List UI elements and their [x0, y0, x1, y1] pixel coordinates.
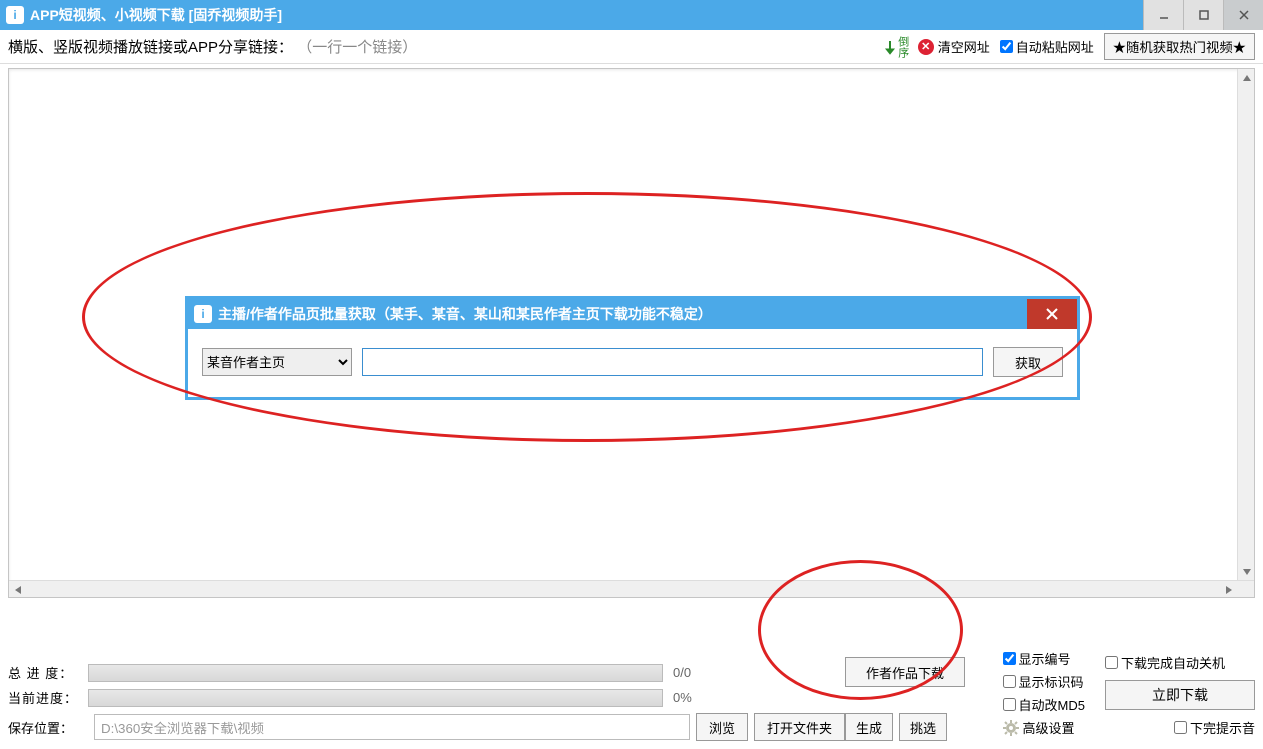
dialog-titlebar: i 主播/作者作品页批量获取（某手、某音、某山和某民作者主页下载功能不稳定）: [188, 299, 1077, 329]
author-url-input[interactable]: [362, 348, 983, 376]
advanced-settings-button[interactable]: 高级设置: [1003, 718, 1085, 737]
auto-paste-checkbox[interactable]: 自动粘贴网址: [1000, 37, 1094, 56]
show-id-label: 显示标识码: [1019, 672, 1084, 691]
window-controls: [1143, 0, 1263, 30]
clear-icon: ✕: [918, 39, 934, 55]
minimize-button[interactable]: [1143, 0, 1183, 30]
window-titlebar: i APP短视频、小视频下载 [固乔视频助手]: [0, 0, 1263, 30]
options-column: 显示编号 显示标识码 自动改MD5 高级设置: [1003, 649, 1085, 737]
random-hot-button[interactable]: ★随机获取热门视频★: [1104, 33, 1255, 60]
bottom-panel: 总 进 度： 0/0 当前进度： 0% 保存位置： 浏览 打开文件夹 作者作品下…: [8, 663, 1255, 741]
auto-paste-label: 自动粘贴网址: [1016, 37, 1094, 56]
maximize-button[interactable]: [1183, 0, 1223, 30]
dialog-title: 主播/作者作品页批量获取（某手、某音、某山和某民作者主页下载功能不稳定）: [218, 304, 712, 324]
author-batch-dialog: i 主播/作者作品页批量获取（某手、某音、某山和某民作者主页下载功能不稳定） 某…: [185, 296, 1080, 400]
url-hint-sub: （一行一个链接）: [297, 39, 417, 56]
scroll-left-icon[interactable]: [9, 581, 26, 598]
close-button[interactable]: [1223, 0, 1263, 30]
fetch-button[interactable]: 获取: [993, 347, 1063, 377]
reverse-order-button[interactable]: 倒序: [883, 36, 908, 58]
toolbar: 横版、竖版视频播放链接或APP分享链接： （一行一个链接） 倒序 ✕ 清空网址 …: [0, 30, 1263, 64]
total-progress-label: 总 进 度：: [8, 663, 88, 682]
auto-paste-input[interactable]: [1000, 40, 1013, 53]
scroll-up-icon[interactable]: [1238, 69, 1255, 86]
generate-button[interactable]: 生成: [845, 713, 893, 741]
save-path-input[interactable]: [94, 714, 690, 740]
author-download-button[interactable]: 作者作品下载: [845, 657, 965, 687]
current-progress-text: 0%: [673, 690, 692, 705]
arrow-down-icon: [883, 39, 897, 55]
clear-url-button[interactable]: ✕ 清空网址: [918, 37, 990, 56]
current-progress-label: 当前进度：: [8, 688, 88, 707]
auto-shutdown-checkbox[interactable]: 下载完成自动关机: [1105, 653, 1225, 672]
auto-md5-label: 自动改MD5: [1019, 695, 1085, 714]
horizontal-scrollbar[interactable]: [9, 580, 1254, 597]
url-hint-main: 横版、竖版视频播放链接或APP分享链接：: [8, 39, 293, 56]
url-hint: 横版、竖版视频播放链接或APP分享链接： （一行一个链接）: [8, 36, 417, 57]
window-title: APP短视频、小视频下载 [固乔视频助手]: [30, 5, 282, 25]
total-progress-bar: [88, 664, 663, 682]
reverse-order-label: 倒序: [897, 36, 908, 58]
pick-button[interactable]: 挑选: [899, 713, 947, 741]
auto-md5-checkbox[interactable]: 自动改MD5: [1003, 695, 1085, 714]
scroll-right-icon[interactable]: [1220, 581, 1237, 598]
current-progress-bar: [88, 689, 663, 707]
open-folder-button[interactable]: 打开文件夹: [754, 713, 845, 741]
dialog-body: 某音作者主页 获取: [188, 329, 1077, 397]
show-number-label: 显示编号: [1019, 649, 1071, 668]
app-icon: i: [6, 6, 24, 24]
mid-buttons: 作者作品下载 生成 挑选: [845, 657, 965, 741]
scroll-down-icon[interactable]: [1238, 563, 1255, 580]
show-id-checkbox[interactable]: 显示标识码: [1003, 672, 1085, 691]
gear-icon: [1003, 720, 1019, 736]
show-number-checkbox[interactable]: 显示编号: [1003, 649, 1085, 668]
auto-shutdown-label: 下载完成自动关机: [1121, 653, 1225, 672]
source-select[interactable]: 某音作者主页: [202, 348, 352, 376]
download-column: 下载完成自动关机 立即下载 下完提示音: [1105, 653, 1255, 737]
vertical-scrollbar[interactable]: [1237, 69, 1254, 580]
advanced-label: 高级设置: [1023, 718, 1075, 737]
total-progress-text: 0/0: [673, 665, 691, 680]
done-sound-label: 下完提示音: [1190, 718, 1255, 737]
clear-url-label: 清空网址: [938, 37, 990, 56]
save-label: 保存位置：: [8, 718, 88, 737]
done-sound-checkbox[interactable]: 下完提示音: [1174, 718, 1255, 737]
dialog-close-button[interactable]: [1027, 299, 1077, 329]
dialog-icon: i: [194, 305, 212, 323]
download-now-button[interactable]: 立即下载: [1105, 680, 1255, 710]
browse-button[interactable]: 浏览: [696, 713, 748, 741]
